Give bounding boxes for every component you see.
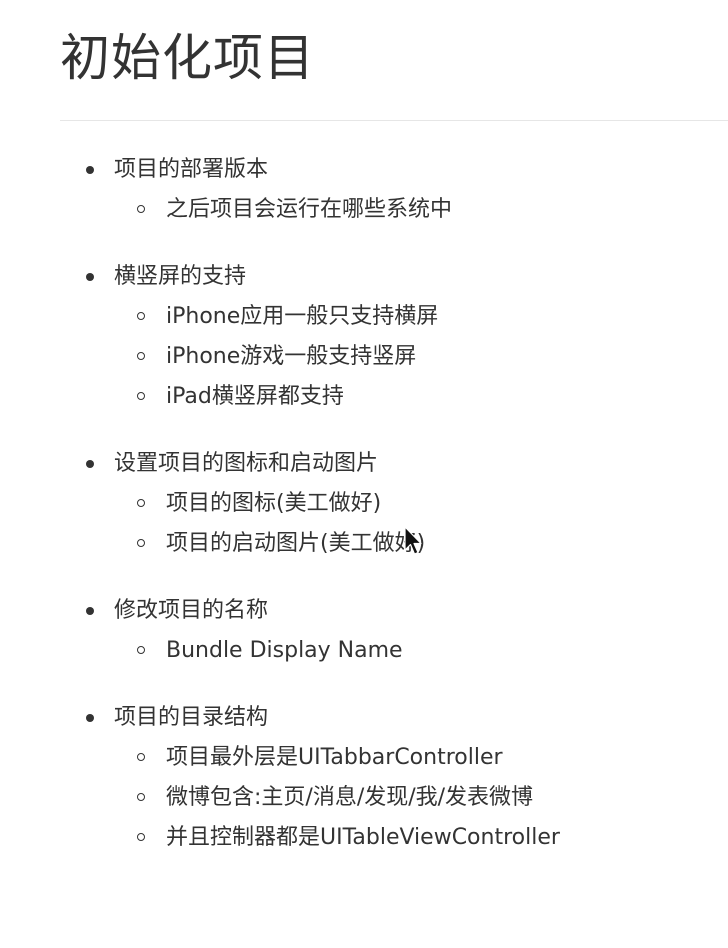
document-page: 初始化项目 项目的部署版本 之后项目会运行在哪些系统中 横竖屏的支持 iPhon… xyxy=(0,0,728,948)
sub-item: 项目最外层是UITabbarController xyxy=(82,738,722,778)
outline-item-label: 设置项目的图标和启动图片 xyxy=(114,451,379,476)
sub-item-label: 之后项目会运行在哪些系统中 xyxy=(166,197,453,222)
sub-item: 项目的启动图片(美工做好) xyxy=(82,524,722,564)
disc-bullet-icon xyxy=(86,273,94,281)
sub-item-label: iPad横竖屏都支持 xyxy=(166,384,344,409)
outline-item-label-row: 横竖屏的支持 xyxy=(82,257,722,297)
outline-item-label: 项目的目录结构 xyxy=(114,705,269,730)
sub-list: 之后项目会运行在哪些系统中 xyxy=(82,190,722,230)
outline-item-label-row: 项目的目录结构 xyxy=(82,698,722,738)
sub-item: 之后项目会运行在哪些系统中 xyxy=(82,190,722,230)
mouse-pointer-icon xyxy=(404,526,422,555)
sub-item-label: iPhone应用一般只支持横屏 xyxy=(166,304,439,329)
sub-list: 项目的图标(美工做好) 项目的启动图片(美工做好) xyxy=(82,484,722,564)
disc-bullet-icon xyxy=(86,714,94,722)
sub-item-label: 微博包含:主页/消息/发现/我/发表微博 xyxy=(166,785,534,810)
circle-bullet-icon xyxy=(137,793,145,801)
sub-item-label: 项目最外层是UITabbarController xyxy=(166,745,503,770)
outline-list: 项目的部署版本 之后项目会运行在哪些系统中 横竖屏的支持 iPhone应用一般只… xyxy=(82,150,722,885)
circle-bullet-icon xyxy=(137,753,145,761)
outline-item: 设置项目的图标和启动图片 项目的图标(美工做好) 项目的启动图片(美工做好) xyxy=(82,444,722,564)
outline-item-label-row: 设置项目的图标和启动图片 xyxy=(82,444,722,484)
circle-bullet-icon xyxy=(137,392,145,400)
sub-item-label: 项目的启动图片(美工做好) xyxy=(166,531,426,556)
sub-item-label: iPhone游戏一般支持竖屏 xyxy=(166,344,417,369)
sub-list: Bundle Display Name xyxy=(82,631,722,671)
outline-item: 项目的部署版本 之后项目会运行在哪些系统中 xyxy=(82,150,722,230)
outline-item: 修改项目的名称 Bundle Display Name xyxy=(82,591,722,671)
sub-item: 并且控制器都是UITableViewController xyxy=(82,818,722,858)
disc-bullet-icon xyxy=(86,460,94,468)
disc-bullet-icon xyxy=(86,607,94,615)
sub-item: iPhone游戏一般支持竖屏 xyxy=(82,337,722,377)
sub-item-label: Bundle Display Name xyxy=(166,638,403,663)
sub-item-label: 项目的图标(美工做好) xyxy=(166,491,382,516)
outline-item-label: 修改项目的名称 xyxy=(114,598,269,623)
outline-item-label: 项目的部署版本 xyxy=(114,157,269,182)
circle-bullet-icon xyxy=(137,205,145,213)
outline-item-label: 横竖屏的支持 xyxy=(114,264,247,289)
sub-item: Bundle Display Name xyxy=(82,631,722,671)
sub-item: iPhone应用一般只支持横屏 xyxy=(82,297,722,337)
circle-bullet-icon xyxy=(137,539,145,547)
circle-bullet-icon xyxy=(137,352,145,360)
sub-item: 微博包含:主页/消息/发现/我/发表微博 xyxy=(82,778,722,818)
circle-bullet-icon xyxy=(137,499,145,507)
circle-bullet-icon xyxy=(137,833,145,841)
outline-item: 横竖屏的支持 iPhone应用一般只支持横屏 iPhone游戏一般支持竖屏 iP… xyxy=(82,257,722,417)
page-title: 初始化项目 xyxy=(60,29,315,87)
sub-item: iPad横竖屏都支持 xyxy=(82,377,722,417)
sub-list: iPhone应用一般只支持横屏 iPhone游戏一般支持竖屏 iPad横竖屏都支… xyxy=(82,297,722,417)
sub-item-label: 并且控制器都是UITableViewController xyxy=(166,825,560,850)
title-divider xyxy=(60,120,728,121)
outline-item-label-row: 项目的部署版本 xyxy=(82,150,722,190)
sub-list: 项目最外层是UITabbarController 微博包含:主页/消息/发现/我… xyxy=(82,738,722,858)
outline-item-label-row: 修改项目的名称 xyxy=(82,591,722,631)
sub-item: 项目的图标(美工做好) xyxy=(82,484,722,524)
disc-bullet-icon xyxy=(86,166,94,174)
outline-item: 项目的目录结构 项目最外层是UITabbarController 微博包含:主页… xyxy=(82,698,722,858)
circle-bullet-icon xyxy=(137,646,145,654)
circle-bullet-icon xyxy=(137,312,145,320)
